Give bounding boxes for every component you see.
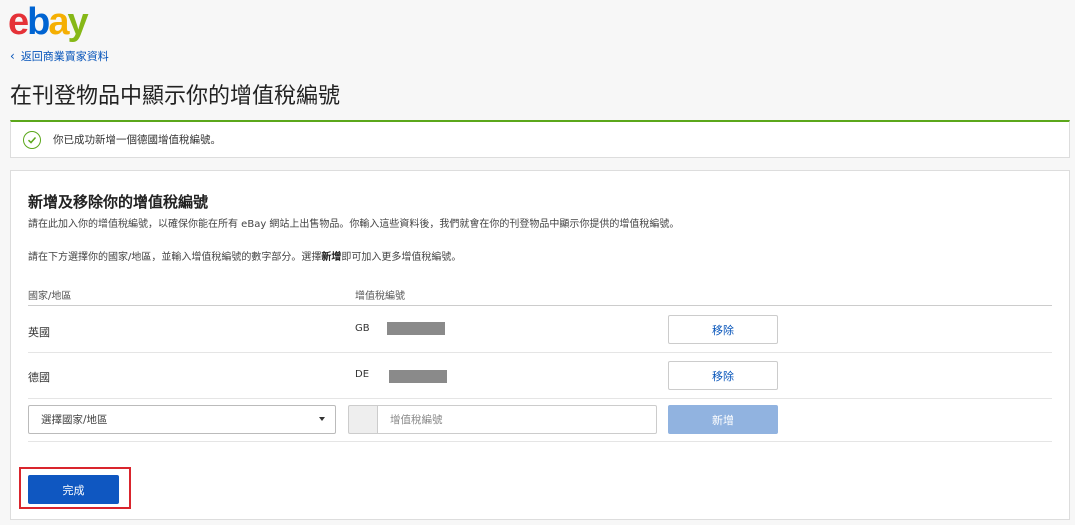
row-country: 英國 [28, 326, 50, 339]
caret-down-icon [319, 417, 325, 421]
vat-prefix-box [348, 405, 378, 434]
column-header-country: 國家/地區 [28, 291, 72, 302]
logo-letter-e: e [8, 1, 29, 43]
instruction-suffix: 即可加入更多增值稅編號。 [341, 252, 462, 263]
row-country: 德國 [28, 371, 50, 384]
remove-button[interactable]: 移除 [668, 361, 778, 390]
section-instruction: 請在下方選擇你的國家/地區，並輸入增值稅編號的數字部分。選擇新增即可加入更多增值… [28, 248, 461, 263]
remove-button[interactable]: 移除 [668, 315, 778, 344]
back-link[interactable]: ‹ 返回商業賣家資料 [10, 48, 109, 64]
chevron-left-icon: ‹ [10, 49, 15, 63]
redacted-vat-number [387, 322, 445, 335]
success-banner: 你已成功新增一個德國增值稅編號。 [10, 120, 1070, 158]
vat-panel: 新增及移除你的增值稅編號 請在此加入你的增值稅編號，以確保你能在所有 eBay … [10, 170, 1070, 520]
redacted-vat-number [389, 370, 447, 383]
success-message: 你已成功新增一個德國增值稅編號。 [53, 134, 221, 146]
row-vat-prefix: DE [355, 369, 370, 380]
back-link-label: 返回商業賣家資料 [20, 50, 109, 63]
country-select-value: 選擇國家/地區 [41, 414, 108, 426]
logo-letter-b: b [27, 1, 50, 43]
vat-number-input[interactable] [377, 405, 657, 434]
country-select[interactable]: 選擇國家/地區 [28, 405, 336, 434]
instruction-bold: 新增 [321, 252, 342, 263]
row-vat-prefix: GB [355, 323, 370, 334]
column-header-vat: 增值稅編號 [355, 291, 405, 302]
instruction-prefix: 請在下方選擇你的國家/地區，並輸入增值稅編號的數字部分。選擇 [28, 252, 322, 263]
row-divider [28, 352, 1052, 353]
header-divider [28, 305, 1052, 306]
page-title: 在刊登物品中顯示你的增值稅編號 [10, 84, 341, 109]
add-button[interactable]: 新增 [668, 405, 778, 434]
section-description: 請在此加入你的增值稅編號，以確保你能在所有 eBay 網站上出售物品。你輸入這些… [28, 219, 680, 230]
logo-letter-a: a [48, 1, 69, 43]
row-divider [28, 398, 1052, 399]
row-divider [28, 441, 1052, 442]
check-circle-icon [23, 130, 41, 149]
logo-letter-y: y [67, 1, 89, 43]
ebay-logo[interactable]: ebay [8, 1, 89, 43]
done-button[interactable]: 完成 [28, 475, 119, 504]
section-title: 新增及移除你的增值稅編號 [28, 193, 209, 211]
